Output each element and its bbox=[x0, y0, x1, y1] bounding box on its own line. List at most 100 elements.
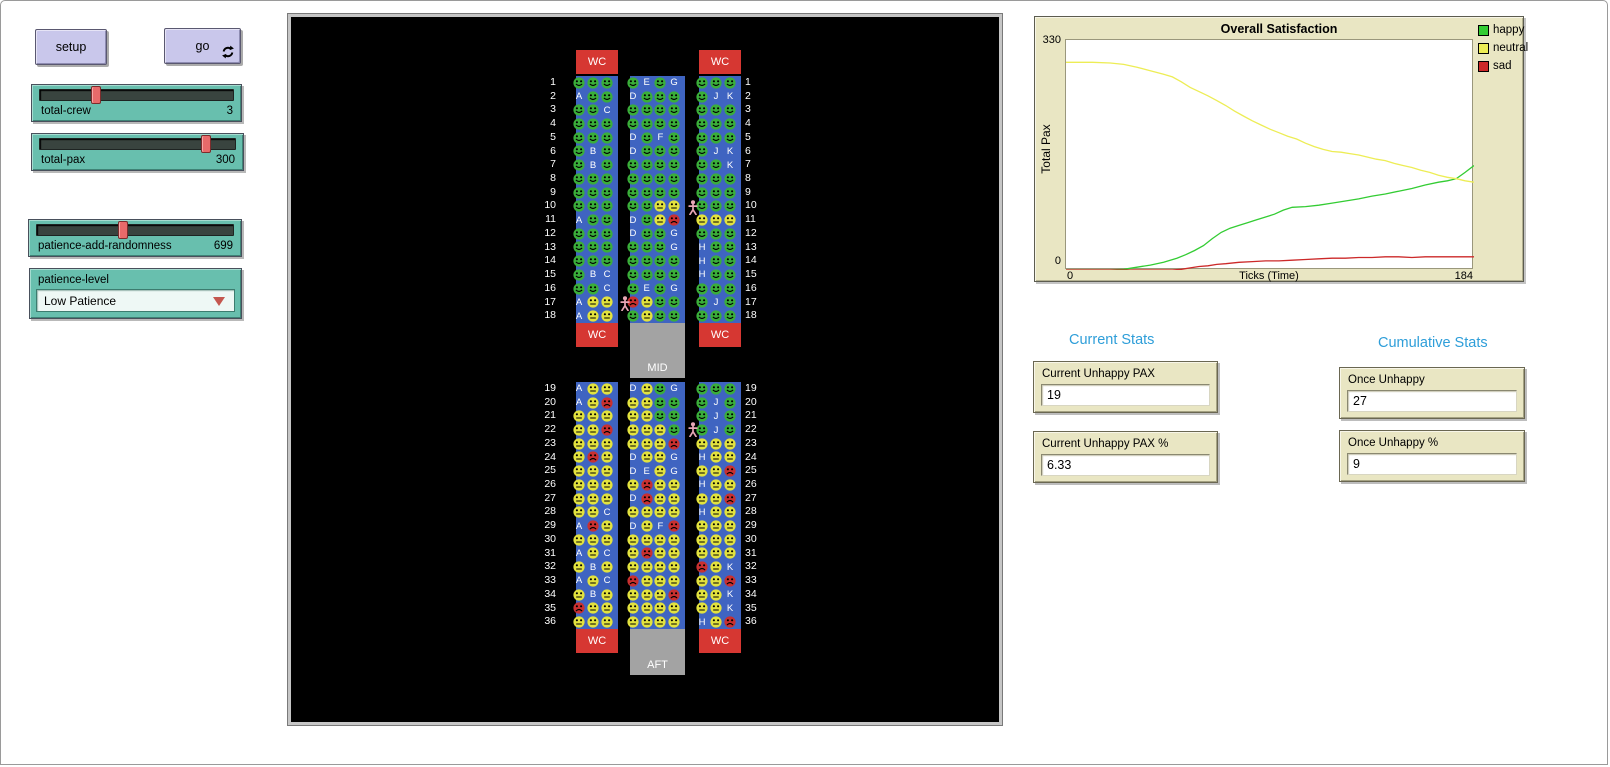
seat-occupied bbox=[667, 423, 681, 437]
patience-level-chooser-label: patience-level bbox=[38, 274, 109, 286]
seat-occupied bbox=[667, 505, 681, 519]
row-number-right: 34 bbox=[745, 588, 767, 602]
happy-face-icon bbox=[627, 173, 639, 185]
neutral-face-icon bbox=[696, 534, 708, 546]
happy-face-icon bbox=[696, 118, 708, 130]
seat-row-6: 6BDJK6 bbox=[527, 145, 767, 159]
patience-level-chooser[interactable]: patience-level Low Patience bbox=[29, 268, 242, 319]
seat-occupied bbox=[695, 76, 709, 90]
seat-occupied bbox=[654, 268, 668, 282]
happy-face-icon bbox=[587, 77, 599, 89]
seat-occupied bbox=[667, 309, 681, 323]
patience-add-randomness-slider[interactable]: patience-add-randomness 699 bbox=[28, 219, 242, 257]
neutral-face-icon bbox=[587, 424, 599, 436]
row-number-right: 36 bbox=[745, 615, 767, 629]
neutral-face-icon bbox=[654, 506, 666, 518]
happy-face-icon bbox=[601, 173, 613, 185]
setup-button[interactable]: setup bbox=[35, 29, 107, 65]
seat-occupied bbox=[695, 560, 709, 574]
seat-occupied bbox=[723, 519, 737, 533]
happy-face-icon bbox=[654, 159, 666, 171]
total-pax-slider-track[interactable] bbox=[39, 138, 236, 150]
neutral-face-icon bbox=[724, 438, 736, 450]
happy-face-icon bbox=[601, 77, 613, 89]
patience-add-randomness-slider-handle[interactable] bbox=[118, 221, 128, 239]
seat-occupied bbox=[600, 464, 614, 478]
seat-empty-letter: J bbox=[709, 423, 723, 437]
row-number-right: 12 bbox=[745, 227, 767, 241]
seat-empty-letter: C bbox=[600, 547, 614, 561]
seat-row-17: 17AJ17 bbox=[527, 296, 767, 310]
seat-row-11: 11AD11 bbox=[527, 213, 767, 227]
total-pax-slider-handle[interactable] bbox=[201, 135, 211, 153]
seat-row-27: 27D27 bbox=[527, 492, 767, 506]
patience-add-randomness-slider-track[interactable] bbox=[36, 224, 234, 236]
seat-empty-letter: D bbox=[626, 145, 640, 159]
seat-occupied bbox=[640, 574, 654, 588]
sad-face-icon bbox=[668, 520, 680, 532]
seat-occupied bbox=[654, 158, 668, 172]
happy-face-icon bbox=[587, 91, 599, 103]
seat-occupied bbox=[640, 602, 654, 616]
neutral-face-icon bbox=[696, 465, 708, 477]
seat-occupied bbox=[600, 423, 614, 437]
seat-occupied bbox=[586, 103, 600, 117]
seat-occupied bbox=[723, 241, 737, 255]
seat-occupied bbox=[640, 309, 654, 323]
happy-face-icon bbox=[724, 228, 736, 240]
seat-empty-letter: B bbox=[586, 588, 600, 602]
seat-occupied bbox=[654, 103, 668, 117]
neutral-face-icon bbox=[573, 424, 585, 436]
happy-face-icon bbox=[587, 187, 599, 199]
seat-empty-letter: H bbox=[695, 451, 709, 465]
sad-face-icon bbox=[668, 214, 680, 226]
mid-galley: MID bbox=[630, 323, 685, 378]
neutral-face-icon bbox=[654, 561, 666, 573]
happy-face-icon bbox=[724, 383, 736, 395]
plot-lines bbox=[1066, 40, 1474, 270]
seat-occupied bbox=[586, 241, 600, 255]
happy-face-icon bbox=[668, 424, 680, 436]
seat-occupied bbox=[626, 241, 640, 255]
happy-face-icon bbox=[654, 104, 666, 116]
row-number-right: 30 bbox=[745, 533, 767, 547]
seat-occupied bbox=[654, 615, 668, 629]
plot-y-axis-label: Total Pax bbox=[1039, 94, 1053, 204]
seat-occupied bbox=[654, 396, 668, 410]
total-crew-slider-handle[interactable] bbox=[91, 86, 101, 104]
happy-face-icon bbox=[710, 187, 722, 199]
happy-face-icon bbox=[654, 187, 666, 199]
neutral-face-icon bbox=[641, 310, 653, 322]
neutral-face-icon bbox=[710, 506, 722, 518]
happy-face-icon bbox=[601, 159, 613, 171]
seat-occupied bbox=[600, 145, 614, 159]
total-crew-slider[interactable]: total-crew 3 bbox=[31, 84, 242, 122]
seat-occupied bbox=[586, 131, 600, 145]
neutral-face-icon bbox=[724, 451, 736, 463]
happy-face-icon bbox=[601, 214, 613, 226]
seat-empty-letter: G bbox=[667, 241, 681, 255]
seat-occupied bbox=[723, 451, 737, 465]
seat-occupied bbox=[667, 90, 681, 104]
neutral-face-icon bbox=[587, 547, 599, 559]
seat-occupied bbox=[572, 186, 586, 200]
aft-galley: AFT bbox=[630, 629, 685, 675]
seat-occupied bbox=[586, 254, 600, 268]
standing-person-icon bbox=[688, 422, 698, 437]
seat-occupied bbox=[600, 492, 614, 506]
neutral-face-icon bbox=[573, 410, 585, 422]
seat-empty-letter: D bbox=[626, 227, 640, 241]
standing-person-icon bbox=[620, 296, 630, 311]
seat-row-13: 13GH13 bbox=[527, 241, 767, 255]
seat-occupied bbox=[600, 409, 614, 423]
patience-level-chooser-box[interactable]: Low Patience bbox=[36, 289, 235, 312]
go-button[interactable]: go bbox=[164, 28, 241, 64]
total-pax-slider[interactable]: total-pax 300 bbox=[31, 133, 244, 171]
total-crew-slider-track[interactable] bbox=[39, 89, 234, 101]
row-number-left: 28 bbox=[527, 505, 556, 519]
seat-row-31: 31AC31 bbox=[527, 547, 767, 561]
seat-occupied bbox=[709, 602, 723, 616]
neutral-face-icon bbox=[696, 602, 708, 614]
neutral-face-icon bbox=[654, 575, 666, 587]
happy-face-icon bbox=[724, 410, 736, 422]
